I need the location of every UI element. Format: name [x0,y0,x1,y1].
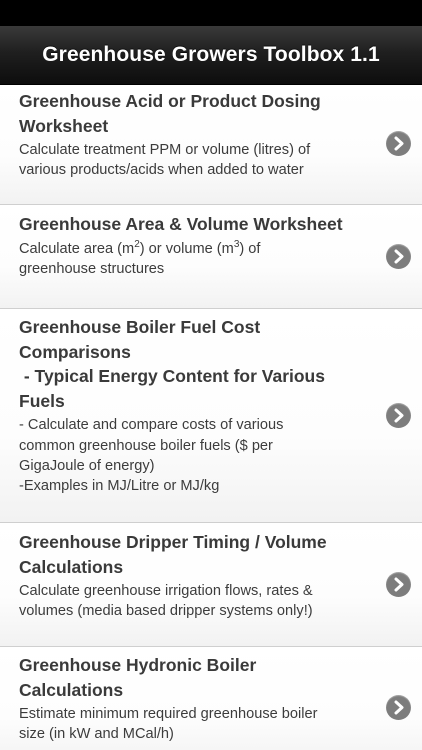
list-item-text: Greenhouse Dripper Timing / Volume Calcu… [19,530,367,622]
list-item-subtitle: Calculate treatment PPM or volume (litre… [19,142,311,179]
list-item-text: Greenhouse Boiler Fuel Cost Comparisons … [19,315,367,496]
chevron-right-icon[interactable] [386,403,411,428]
list-item-text: Greenhouse Acid or Product Dosing Worksh… [19,89,367,181]
chevron-right-icon[interactable] [386,131,411,156]
list-item-text: Greenhouse Area & Volume Worksheet Calcu… [19,212,367,279]
chevron-right-icon[interactable] [386,244,411,269]
list-item-acid-dosing[interactable]: Greenhouse Acid or Product Dosing Worksh… [0,85,422,205]
list-item-hydronic-boiler[interactable]: Greenhouse Hydronic Boiler Calculations … [0,647,422,750]
chevron-right-icon[interactable] [386,695,411,720]
list-item-text: Greenhouse Hydronic Boiler Calculations … [19,653,367,745]
list-item-subtitle: Estimate minimum required greenhouse boi… [19,706,318,743]
list-item-subtitle: Calculate greenhouse irrigation flows, r… [19,583,313,620]
list-item-area-volume[interactable]: Greenhouse Area & Volume Worksheet Calcu… [0,205,422,309]
list-item-title: Greenhouse Acid or Product Dosing Worksh… [19,91,321,136]
list-item-boiler-fuel-cost[interactable]: Greenhouse Boiler Fuel Cost Comparisons … [0,309,422,523]
navigation-bar: Greenhouse Growers Toolbox 1.1 [0,26,422,85]
list-item-subtitle: Calculate area (m2) or volume (m3) of gr… [19,238,261,277]
list-item-title: Greenhouse Area & Volume Worksheet [19,214,343,234]
chevron-right-icon[interactable] [386,572,411,597]
list-item-title: Greenhouse Boiler Fuel Cost Comparisons … [19,317,325,411]
list-item-title: Greenhouse Hydronic Boiler Calculations [19,655,257,700]
list-item-title: Greenhouse Dripper Timing / Volume Calcu… [19,532,327,577]
page-title: Greenhouse Growers Toolbox 1.1 [42,43,380,66]
list-item-dripper-timing[interactable]: Greenhouse Dripper Timing / Volume Calcu… [0,523,422,647]
list-item-subtitle: - Calculate and compare costs of various… [19,417,284,494]
status-bar [0,0,422,26]
